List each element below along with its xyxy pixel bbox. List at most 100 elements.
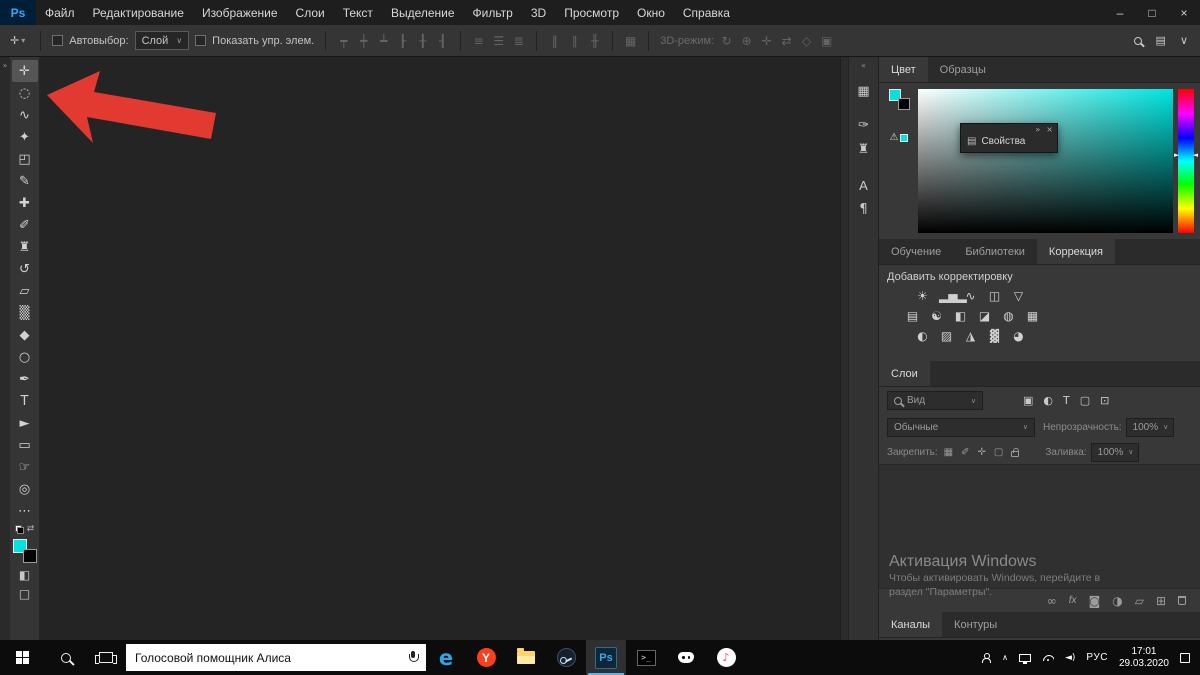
distribute-left-edges-icon[interactable]: ‖ (548, 34, 561, 48)
gamut-color-chip[interactable] (900, 133, 909, 142)
tool-rectangle[interactable]: ▭ (12, 434, 38, 456)
tool-history-brush[interactable]: ↺ (12, 258, 38, 280)
menu-item-help[interactable]: Справка (674, 0, 739, 25)
expand-panels-icon[interactable]: « (861, 57, 866, 70)
taskbar-app-itunes[interactable]: ♪ (706, 640, 746, 675)
tab-learn[interactable]: Обучение (879, 239, 953, 264)
adjustment-photo-filter-icon[interactable]: ◪ (977, 309, 992, 323)
align-vertical-centers-icon[interactable]: ┿ (357, 34, 370, 48)
distribute-bottom-edges-icon[interactable]: ≣ (512, 34, 525, 48)
layer-effects-icon[interactable]: fx (1069, 595, 1077, 606)
filter-smart-objects-icon[interactable]: ⊡ (1100, 394, 1109, 407)
taskbar-app-edge[interactable]: e (426, 640, 466, 675)
align-right-edges-icon[interactable]: ┨ (436, 34, 449, 48)
tool-blur[interactable]: ◆ (12, 324, 38, 346)
lock-artboard-icon[interactable]: ▢ (994, 447, 1003, 458)
filter-shape-layers-icon[interactable]: ▢ (1080, 394, 1090, 407)
microphone-icon[interactable] (409, 651, 419, 664)
layer-list[interactable] (879, 464, 1200, 588)
adjustment-invert-icon[interactable]: ◐ (915, 329, 930, 343)
notification-center-icon[interactable] (1180, 652, 1190, 663)
3d-camera-icon[interactable]: ▣ (820, 34, 833, 48)
adjustment-exposure-icon[interactable]: ◫ (987, 289, 1002, 303)
edit-toolbar-icon[interactable]: ⋯ (12, 500, 38, 522)
3d-slide-icon[interactable]: ⇄ (780, 34, 793, 48)
hue-slider-marker-left[interactable]: ► (1174, 151, 1179, 159)
tab-color[interactable]: Цвет (879, 57, 928, 82)
tool-clone-stamp[interactable]: ♜ (12, 236, 38, 258)
menu-item-select[interactable]: Выделение (382, 0, 464, 25)
tool-hand[interactable]: ☞ (12, 456, 38, 478)
taskbar-app-yandex[interactable]: Y (466, 640, 506, 675)
adjustment-curves-icon[interactable]: ∿ (963, 289, 978, 303)
paragraph-panel-icon[interactable]: ¶ (852, 198, 876, 220)
tab-libraries[interactable]: Библиотеки (953, 239, 1037, 264)
tab-adjustments[interactable]: Коррекция (1036, 239, 1116, 264)
tool-zoom[interactable]: ◎ (12, 478, 38, 500)
menu-item-type[interactable]: Текст (334, 0, 382, 25)
adjustment-color-lookup-icon[interactable]: ▦ (1025, 309, 1040, 323)
gamut-warning-icon[interactable]: ⚠ (890, 132, 899, 143)
quick-mask-icon[interactable]: ◧ (19, 568, 30, 582)
taskbar-search-button[interactable] (46, 640, 86, 675)
tab-swatches[interactable]: Образцы (928, 57, 998, 82)
adjustment-color-balance-icon[interactable]: ☯ (929, 309, 944, 323)
tool-eyedropper[interactable]: ✎ (12, 170, 38, 192)
workspace-switcher-icon[interactable]: ▤ (1156, 34, 1166, 47)
align-horizontal-centers-icon[interactable]: ╂ (416, 34, 429, 48)
close-button[interactable]: × (1168, 0, 1200, 25)
taskbar-app-steam[interactable] (546, 640, 586, 675)
hue-slider-marker-right[interactable]: ◄ (1193, 151, 1198, 159)
task-view-button[interactable] (86, 640, 126, 675)
minimize-button[interactable]: – (1104, 0, 1136, 25)
opacity-select[interactable]: 100% ∨ (1125, 417, 1174, 437)
maximize-button[interactable]: □ (1136, 0, 1168, 25)
character-panel-icon[interactable]: A (852, 174, 876, 196)
collapse-icon[interactable]: » (1035, 125, 1040, 134)
taskbar-app-explorer[interactable] (506, 640, 546, 675)
taskbar-search-input[interactable]: Голосовой помощник Алиса (126, 644, 426, 671)
wifi-icon[interactable] (1042, 654, 1054, 661)
lock-all-icon[interactable] (1011, 447, 1020, 457)
new-layer-icon[interactable]: ⊞ (1156, 594, 1166, 608)
brush-settings-panel-icon[interactable]: ✑ (852, 114, 876, 136)
menu-item-edit[interactable]: Редактирование (84, 0, 193, 25)
blend-mode-select[interactable]: Обычные ∨ (887, 417, 1035, 437)
network-icon[interactable] (1018, 653, 1031, 664)
menu-item-file[interactable]: Файл (36, 0, 84, 25)
background-color-swatch[interactable] (897, 98, 910, 110)
canvas[interactable] (40, 57, 840, 640)
layer-mask-icon[interactable]: ◙ (1089, 594, 1101, 608)
start-button[interactable] (0, 640, 46, 675)
align-top-edges-icon[interactable]: ┯ (337, 34, 350, 48)
show-transform-controls-checkbox[interactable] (195, 35, 207, 46)
adjustment-layer-icon[interactable]: ◑ (1112, 594, 1122, 608)
adjustment-gradient-map-icon[interactable]: ▓ (987, 329, 1002, 343)
align-bottom-edges-icon[interactable]: ┷ (377, 34, 390, 48)
lock-position-icon[interactable]: ✛ (978, 447, 986, 458)
tool-lasso[interactable]: ∿ (12, 104, 38, 126)
3d-orbit-icon[interactable]: ↻ (720, 34, 733, 48)
taskbar-app-terminal[interactable]: >_ (626, 640, 666, 675)
3d-scale-icon[interactable]: ◇ (800, 34, 813, 48)
adjustment-hue-saturation-icon[interactable]: ▤ (905, 309, 920, 323)
adjustment-black-white-icon[interactable]: ◧ (953, 309, 968, 323)
distribute-right-edges-icon[interactable]: ╫ (588, 34, 601, 48)
adjustment-brightness-contrast-icon[interactable]: ☀ (915, 289, 930, 303)
3d-roll-icon[interactable]: ⊕ (740, 34, 753, 48)
language-indicator[interactable]: РУС (1086, 652, 1108, 663)
distribute-vertical-centers-icon[interactable]: ☰ (492, 34, 505, 48)
properties-panel-icon[interactable]: ▦ (852, 80, 876, 102)
tool-marquee[interactable]: ◌ (12, 82, 38, 104)
auto-align-layers-icon[interactable]: ▦ (624, 34, 637, 48)
3d-pan-icon[interactable]: ✛ (760, 34, 773, 48)
tool-quick-selection[interactable]: ✦ (12, 126, 38, 148)
tool-pen[interactable]: ✒ (12, 368, 38, 390)
lock-transparent-pixels-icon[interactable]: ▦ (944, 447, 953, 458)
tool-path-selection[interactable]: ► (12, 412, 38, 434)
tab-layers[interactable]: Слои (879, 361, 930, 386)
adjustment-posterize-icon[interactable]: ▨ (939, 329, 954, 343)
distribute-top-edges-icon[interactable]: ≡ (472, 34, 485, 48)
chevron-down-icon[interactable]: ∨ (1180, 34, 1188, 47)
hue-slider[interactable]: ► ◄ (1174, 89, 1198, 233)
